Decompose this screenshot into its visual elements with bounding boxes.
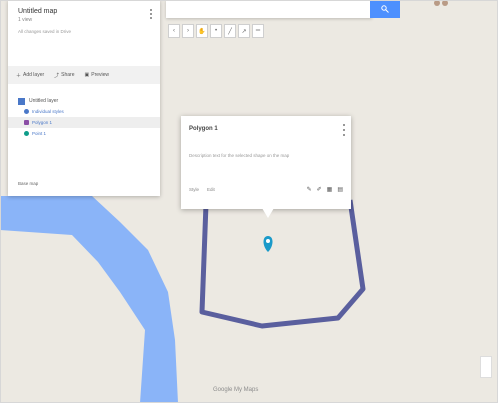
avatar[interactable] bbox=[434, 0, 440, 6]
add-layer-icon: ＋ bbox=[16, 72, 22, 79]
search-input[interactable] bbox=[166, 0, 372, 18]
map-pin-icon[interactable] bbox=[263, 236, 273, 252]
style-link[interactable]: Style bbox=[189, 187, 199, 192]
polygon-icon bbox=[24, 120, 29, 125]
photo-icon[interactable]: ▦ bbox=[327, 186, 333, 193]
list-item[interactable]: Polygon 1 bbox=[8, 117, 160, 128]
info-title[interactable]: Polygon 1 bbox=[189, 126, 218, 132]
info-description[interactable]: Description text for the selected shape … bbox=[189, 152, 324, 160]
marker-icon[interactable]: • bbox=[210, 24, 222, 38]
hand-icon[interactable]: ✋ bbox=[196, 24, 208, 38]
add-layer-button[interactable]: ＋ Add layer bbox=[16, 72, 44, 79]
undo-icon[interactable]: ‹ bbox=[168, 24, 180, 38]
share-icon: ⤴ bbox=[54, 72, 60, 79]
line-icon[interactable]: ╱ bbox=[224, 24, 236, 38]
map-side-panel: Untitled map 1 view All changes saved in… bbox=[8, 0, 160, 196]
preview-icon: ▣ bbox=[84, 72, 90, 78]
layer-section: Untitled layer Individual styles Polygon… bbox=[8, 96, 160, 139]
preview-button[interactable]: ▣ Preview bbox=[85, 72, 110, 78]
route-icon[interactable]: ↗ bbox=[238, 24, 250, 38]
style-icon bbox=[24, 109, 29, 114]
point-icon bbox=[24, 131, 29, 136]
search-button[interactable] bbox=[370, 0, 400, 18]
map-watermark: Google My Maps bbox=[213, 387, 259, 393]
map-subtitle: 1 view bbox=[18, 17, 33, 23]
edit-icon[interactable]: ✐ bbox=[317, 186, 322, 193]
info-menu-icon[interactable] bbox=[343, 124, 345, 136]
layer-checkbox[interactable] bbox=[18, 97, 25, 105]
save-status: All changes saved in Drive bbox=[18, 29, 72, 34]
layer-name[interactable]: Untitled layer bbox=[29, 98, 58, 104]
user-avatars bbox=[434, 0, 448, 6]
info-tools: ✎ ✐ ▦ ▤ bbox=[307, 186, 343, 193]
search-icon bbox=[381, 5, 389, 13]
info-window: Polygon 1 Description text for the selec… bbox=[181, 116, 351, 209]
ruler-icon[interactable]: ═ bbox=[252, 24, 264, 38]
paint-icon[interactable]: ✎ bbox=[307, 186, 312, 193]
share-button[interactable]: ⤴ Share bbox=[54, 72, 74, 79]
layer-header[interactable]: Untitled layer bbox=[8, 96, 160, 106]
panel-menu-icon[interactable] bbox=[150, 9, 152, 19]
map-toolbar: ‹ › ✋ • ╱ ↗ ═ bbox=[168, 24, 264, 38]
info-window-pointer bbox=[262, 208, 274, 218]
info-footer: Style Edit bbox=[189, 187, 215, 192]
panel-actions: ＋ Add layer ⤴ Share ▣ Preview bbox=[8, 66, 160, 84]
avatar[interactable] bbox=[442, 0, 448, 6]
list-item[interactable]: Point 1 bbox=[8, 128, 160, 139]
zoom-controls[interactable] bbox=[480, 356, 492, 378]
map-title[interactable]: Untitled map bbox=[18, 8, 150, 15]
redo-icon[interactable]: › bbox=[182, 24, 194, 38]
edit-link[interactable]: Edit bbox=[207, 187, 215, 192]
basemap-toggle[interactable]: Base map bbox=[18, 181, 38, 186]
delete-icon[interactable]: ▤ bbox=[337, 186, 343, 193]
list-item[interactable]: Individual styles bbox=[8, 106, 160, 117]
